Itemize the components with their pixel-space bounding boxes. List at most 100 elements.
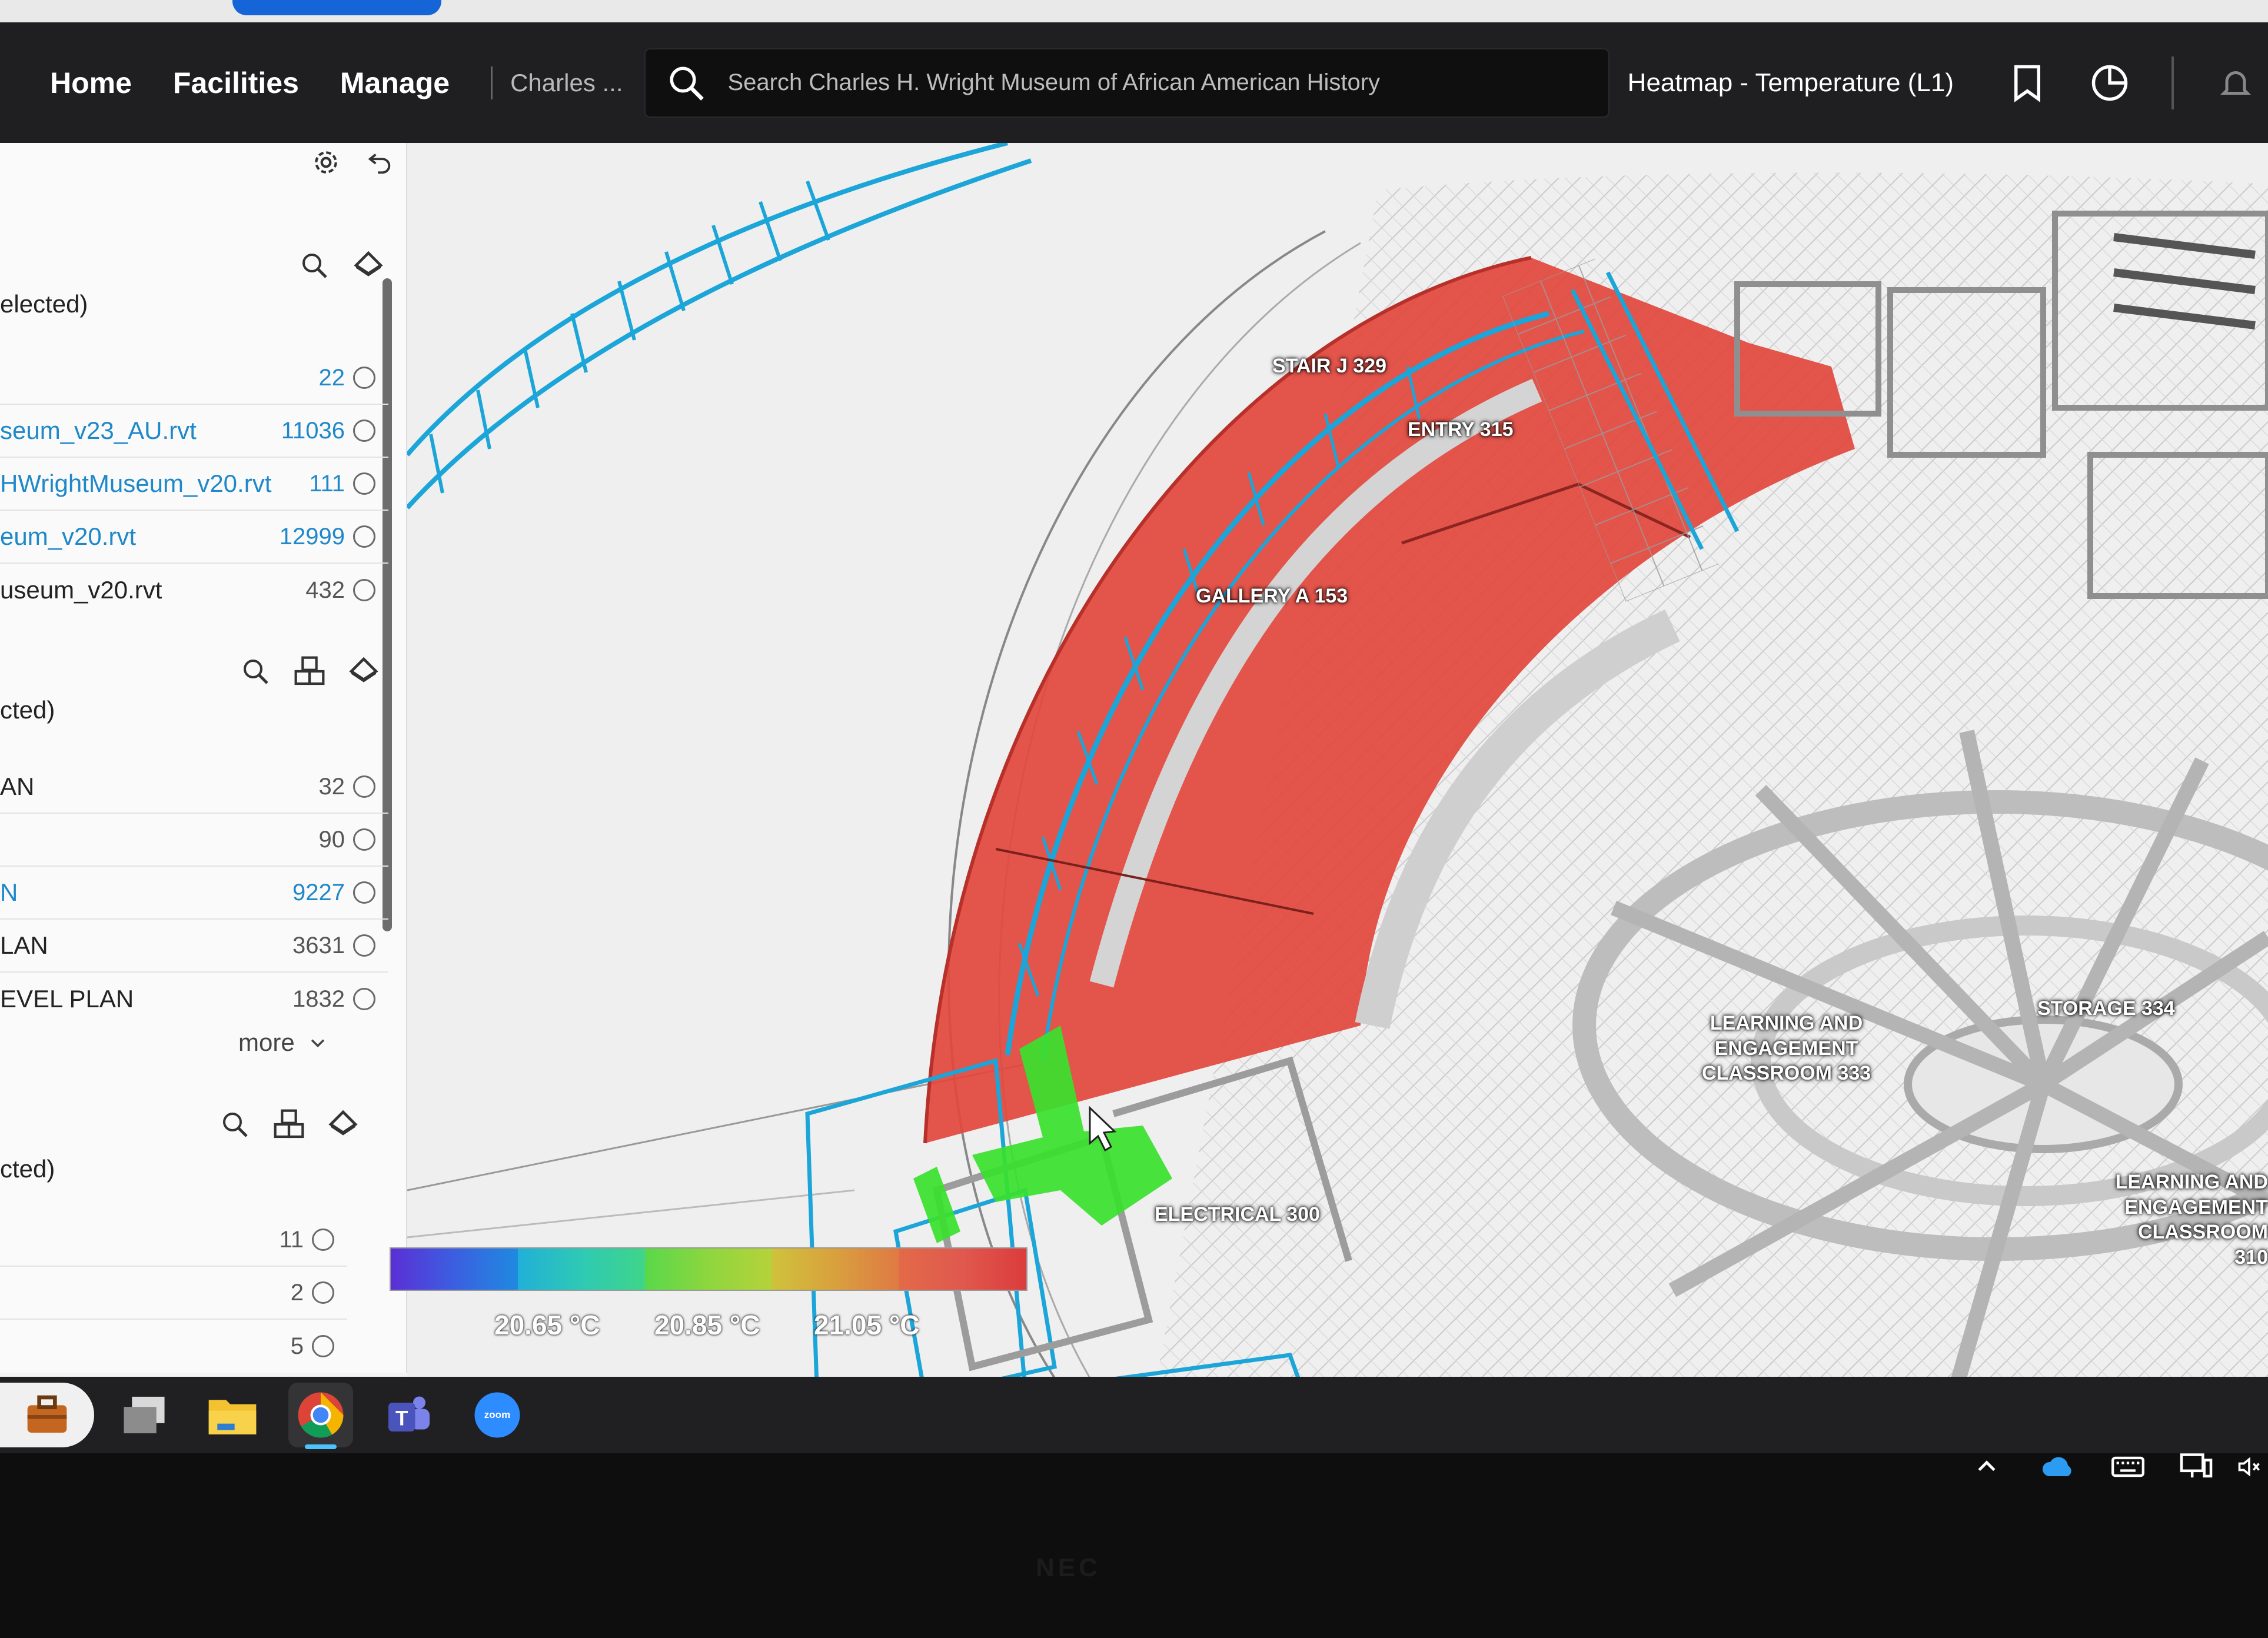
list-item-radio[interactable]: [312, 1228, 334, 1251]
list-item[interactable]: LAN 3631: [0, 920, 388, 973]
room-label-electrical[interactable]: ELECTRICAL 300: [1155, 1202, 1320, 1227]
room-label-storage[interactable]: STORAGE 334: [2037, 996, 2175, 1021]
section2-toolbar: [218, 655, 380, 688]
app-header: Home Facilities Manage Charles ... Heatm…: [0, 22, 2268, 143]
active-browser-tab[interactable]: [232, 0, 441, 15]
file-explorer-icon[interactable]: [200, 1383, 265, 1447]
monitor-brand-logo: NEC: [1036, 1553, 1101, 1582]
list-item[interactable]: 22: [0, 352, 388, 405]
list-item-radio[interactable]: [353, 881, 375, 904]
search-icon: [670, 66, 704, 101]
zoom-icon-label: zoom: [484, 1409, 511, 1420]
list-item[interactable]: 90: [0, 814, 388, 867]
legend-segment-3: [645, 1249, 772, 1290]
search-icon[interactable]: [239, 655, 272, 688]
list-item[interactable]: useum_v20.rvt 432: [0, 564, 388, 617]
model-side-panel: elected) 22 seum_v23_AU.rvt 11036 HWrigh…: [0, 143, 407, 1373]
list-item-radio[interactable]: [353, 420, 375, 442]
list-item-count: 3631: [292, 932, 345, 958]
search-box[interactable]: [644, 48, 1609, 118]
list-item[interactable]: 11: [0, 1214, 347, 1267]
task-view-icon[interactable]: [112, 1383, 177, 1447]
list-item-count: 12999: [279, 523, 345, 550]
teams-icon[interactable]: T: [377, 1383, 441, 1447]
header-divider: [2171, 56, 2174, 109]
list-item[interactable]: seum_v23_AU.rvt 11036: [0, 405, 388, 458]
section2-label: cted): [0, 696, 55, 724]
legend-segment-4: [772, 1249, 899, 1290]
notifications-bell-icon[interactable]: [2215, 62, 2256, 104]
paint-bucket-icon[interactable]: [352, 249, 385, 282]
search-icon[interactable]: [218, 1108, 251, 1141]
chrome-icon[interactable]: [288, 1383, 353, 1447]
paint-bucket-icon[interactable]: [347, 655, 380, 688]
pie-chart-icon[interactable]: [2089, 62, 2130, 104]
briefcase-icon[interactable]: [0, 1383, 94, 1447]
list-item-name: N: [0, 878, 18, 906]
list-item[interactable]: eum_v20.rvt 12999: [0, 511, 388, 564]
speaker-muted-icon[interactable]: [2236, 1454, 2262, 1483]
isolate-cubes-icon[interactable]: [293, 655, 326, 688]
paint-bucket-icon[interactable]: [327, 1108, 360, 1141]
list-item-name: AN: [0, 773, 35, 800]
room-label-entry[interactable]: ENTRY 315: [1408, 417, 1514, 442]
panel-top-toolbar: [288, 146, 397, 179]
room-label-gallery[interactable]: GALLERY A 153: [1196, 584, 1348, 609]
list-item-radio[interactable]: [353, 525, 375, 548]
undo-icon[interactable]: [364, 146, 397, 179]
chevron-up-icon[interactable]: [1974, 1454, 2000, 1483]
nav-facilities[interactable]: Facilities: [173, 66, 299, 100]
room-label-classroom-310[interactable]: LEARNING AND ENGAGEMENT CLASSROOM 310: [2102, 1170, 2268, 1270]
list-item-count: 1832: [292, 986, 345, 1012]
settings-gear-icon[interactable]: [310, 146, 342, 179]
list-item-count: 2: [290, 1279, 304, 1306]
search-icon[interactable]: [298, 249, 331, 282]
view-title[interactable]: Heatmap - Temperature (L1): [1628, 68, 1954, 98]
display-network-icon[interactable]: [2180, 1452, 2213, 1484]
list-item-radio[interactable]: [353, 367, 375, 389]
list-item[interactable]: EVEL PLAN 1832: [0, 973, 388, 1026]
bookmark-icon[interactable]: [2007, 62, 2048, 104]
list-item-name: seum_v23_AU.rvt: [0, 417, 197, 444]
list-item-radio[interactable]: [312, 1335, 334, 1357]
list-item-radio[interactable]: [353, 775, 375, 798]
legend-label-min: 20.65 °C: [494, 1310, 600, 1340]
list-item[interactable]: AN 32: [0, 761, 388, 814]
monitor-screen: Home Facilities Manage Charles ... Heatm…: [0, 0, 2268, 1453]
section3-toolbar: [197, 1108, 360, 1141]
nav-home[interactable]: Home: [50, 66, 132, 100]
room-label-classroom-333[interactable]: LEARNING AND ENGAGEMENT CLASSROOM 333: [1702, 1011, 1871, 1086]
list-item[interactable]: 5: [0, 1320, 347, 1373]
list-item-count: 22: [318, 364, 345, 391]
more-button[interactable]: more: [238, 1028, 328, 1057]
svg-text:T: T: [395, 1407, 408, 1430]
list-item-radio[interactable]: [312, 1281, 334, 1304]
facility-breadcrumb[interactable]: Charles ...: [510, 69, 623, 97]
nav-manage[interactable]: Manage: [340, 66, 450, 100]
list-item-radio[interactable]: [353, 934, 375, 957]
keyboard-icon[interactable]: [2111, 1454, 2144, 1483]
heatmap-legend-bar: [390, 1247, 1027, 1291]
list-item[interactable]: 2: [0, 1267, 347, 1320]
list-item-count: 11036: [281, 417, 345, 444]
browser-strip: [0, 0, 2268, 22]
list-item-radio[interactable]: [353, 988, 375, 1010]
list-item[interactable]: N 9227: [0, 867, 388, 920]
list-item-count: 90: [318, 826, 345, 853]
list-item-count: 32: [318, 773, 345, 800]
onedrive-cloud-icon[interactable]: [2041, 1455, 2076, 1481]
legend-segment-1: [391, 1249, 518, 1290]
legend-segment-5: [899, 1249, 1026, 1290]
list-item-radio[interactable]: [353, 472, 375, 495]
zoom-icon[interactable]: zoom: [465, 1383, 530, 1447]
list-item-name: eum_v20.rvt: [0, 522, 137, 550]
search-input[interactable]: [726, 69, 1587, 96]
list-item-radio[interactable]: [353, 579, 375, 601]
legend-label-mid: 20.85 °C: [654, 1310, 760, 1340]
isolate-cubes-icon[interactable]: [272, 1108, 305, 1141]
list-item-radio[interactable]: [353, 828, 375, 851]
room-label-stair[interactable]: STAIR J 329: [1272, 354, 1386, 379]
list-item[interactable]: HWrightMuseum_v20.rvt 111: [0, 458, 388, 511]
list-item-count: 432: [305, 577, 345, 603]
header-right: Heatmap - Temperature (L1): [1628, 22, 2256, 143]
